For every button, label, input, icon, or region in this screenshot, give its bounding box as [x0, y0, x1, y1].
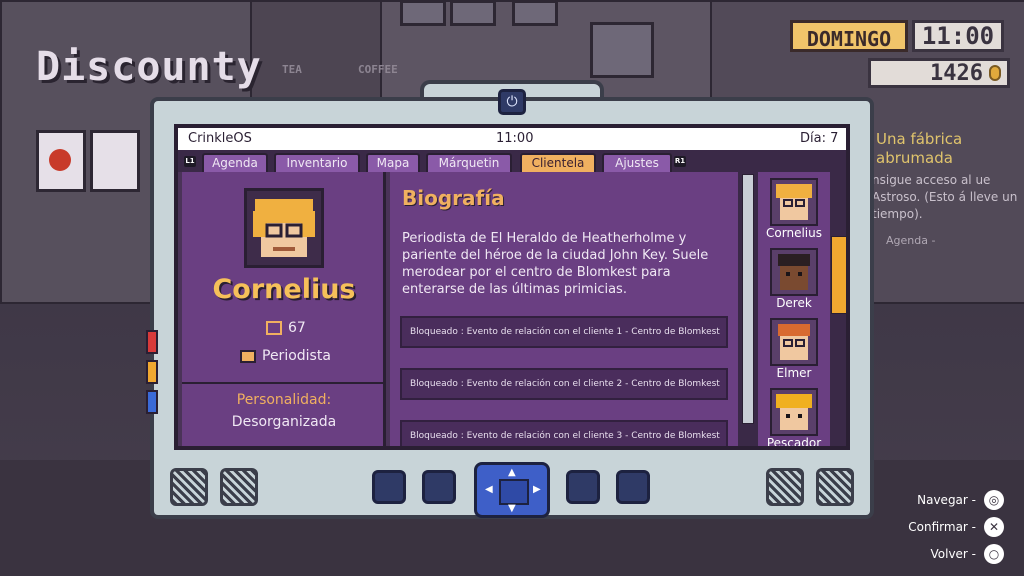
coin-icon	[989, 65, 1001, 81]
circle-button-icon: ○	[984, 544, 1004, 564]
store-sign: Discounty	[36, 44, 262, 90]
job-title: Periodista	[262, 348, 331, 364]
pescador-avatar-icon	[776, 394, 812, 430]
power-icon: ⏻	[506, 94, 518, 110]
profile-panel: Cornelius 67 Periodista Personalidad: De…	[182, 172, 386, 446]
tab-agenda[interactable]: Agenda	[202, 153, 268, 172]
legend-confirm: Confirmar - ✕	[908, 517, 1004, 537]
tab-clientela[interactable]: Clientela	[520, 153, 596, 172]
client-item-pescador[interactable]: Pescador	[758, 388, 830, 450]
device-button-1[interactable]	[372, 470, 406, 504]
device-button-4[interactable]	[616, 470, 650, 504]
job-stat: Periodista	[240, 348, 331, 364]
window	[450, 0, 496, 26]
personality-label: Personalidad:	[236, 392, 332, 408]
quest-agenda-label: Agenda -	[886, 234, 936, 247]
client-list-scroll-thumb[interactable]	[831, 236, 846, 314]
relationship-event[interactable]: Bloqueado : Evento de relación con el cl…	[400, 420, 728, 446]
visits-stat: 67	[266, 320, 306, 336]
clock-display: 11:00	[912, 20, 1004, 52]
device-button-3[interactable]	[566, 470, 600, 504]
dpad-center[interactable]	[499, 479, 529, 505]
side-tab-red[interactable]	[146, 330, 158, 354]
biography-panel: Biografía Periodista de El Heraldo de He…	[390, 172, 742, 446]
client-item-derek[interactable]: Derek	[758, 248, 830, 310]
calendar-icon	[266, 321, 282, 335]
legend-back: Volver - ○	[930, 544, 1004, 564]
arrow-right-icon: ▶	[533, 484, 541, 495]
tab-bar: L1 Agenda Inventario Mapa Márquetin Clie…	[178, 150, 846, 172]
biography-text: Periodista de El Heraldo de Heatherholme…	[402, 231, 709, 297]
legend-back-label: Volver -	[930, 547, 976, 561]
dpad[interactable]: ▲ ▼ ◀ ▶	[474, 462, 550, 518]
relationship-event[interactable]: Bloqueado : Evento de relación con el cl…	[400, 368, 728, 400]
device-button-2[interactable]	[422, 470, 456, 504]
r1-hint: R1	[674, 156, 686, 167]
cross-button-icon: ✕	[984, 517, 1004, 537]
tab-mapa[interactable]: Mapa	[366, 153, 420, 172]
quest-title: Una fábrica abrumada	[876, 130, 963, 167]
personality-value: Desorganizada	[231, 414, 337, 430]
cornelius-avatar-icon	[776, 184, 812, 220]
relationship-event[interactable]: Bloqueado : Evento de relación con el cl…	[400, 316, 728, 348]
weekday-display: DOMINGO	[790, 20, 908, 52]
tea-sign: TEA	[282, 63, 302, 76]
client-name: Elmer	[776, 366, 812, 380]
tab-marquetin[interactable]: Márquetin	[426, 153, 512, 172]
arrow-up-icon: ▲	[508, 467, 516, 478]
avatar	[770, 178, 818, 226]
device-screen: CrinkleOS 11:00 Día: 7 L1 Agenda Inventa…	[174, 124, 850, 450]
side-tab-blue[interactable]	[146, 390, 158, 414]
avatar	[770, 318, 818, 366]
elmer-avatar-icon	[778, 324, 810, 360]
arrow-down-icon: ▼	[508, 503, 516, 514]
hatched-button-right-1[interactable]	[766, 468, 804, 506]
hatched-button-right-2[interactable]	[816, 468, 854, 506]
power-button[interactable]: ⏻	[498, 89, 526, 115]
cornelius-portrait-icon	[253, 199, 315, 257]
biography-scroll-thumb[interactable]	[742, 174, 754, 424]
arrow-left-icon: ◀	[485, 484, 493, 495]
biography-scrollbar[interactable]	[738, 172, 758, 446]
quest-description: nsigue acceso al ue Astroso. (Esto á lle…	[872, 173, 1018, 221]
l1-hint: L1	[184, 156, 196, 167]
client-portrait	[244, 188, 324, 268]
hatched-button-left-1[interactable]	[170, 468, 208, 506]
os-titlebar: CrinkleOS 11:00 Día: 7	[178, 128, 846, 150]
client-list-scrollbar[interactable]	[830, 172, 846, 446]
tab-ajustes[interactable]: Ajustes	[602, 153, 672, 172]
legend-navigate-label: Navegar -	[917, 493, 976, 507]
os-name: CrinkleOS	[188, 131, 252, 146]
client-name: Cornelius	[212, 274, 356, 305]
joystick-icon: ◎	[984, 490, 1004, 510]
derek-avatar-icon	[778, 254, 810, 290]
avatar	[770, 248, 818, 296]
client-name: Derek	[776, 296, 812, 310]
avatar	[770, 388, 818, 436]
legend-confirm-label: Confirmar -	[908, 520, 976, 534]
window	[400, 0, 446, 26]
client-name: Pescador	[766, 436, 822, 450]
coffee-sign: COFFEE	[358, 63, 398, 76]
side-tab-yellow[interactable]	[146, 360, 158, 384]
briefcase-icon	[240, 349, 256, 363]
window	[590, 22, 654, 78]
money-value: 1426	[930, 60, 983, 86]
os-day: Día: 7	[800, 131, 839, 146]
os-time: 11:00	[496, 131, 534, 146]
biography-title: Biografía	[402, 186, 505, 210]
money-display: 1426	[868, 58, 1010, 88]
client-item-cornelius[interactable]: Cornelius	[758, 178, 830, 240]
hatched-button-left-2[interactable]	[220, 468, 258, 506]
tomato-icon	[49, 149, 71, 171]
divider	[182, 382, 386, 384]
shop-window-item	[90, 130, 140, 192]
legend-navigate: Navegar - ◎	[917, 490, 1004, 510]
visits-count: 67	[288, 320, 306, 336]
client-item-elmer[interactable]: Elmer	[758, 318, 830, 380]
shop-window-tomato	[36, 130, 86, 192]
tab-inventario[interactable]: Inventario	[274, 153, 360, 172]
window	[512, 0, 558, 26]
client-name: Cornelius	[766, 226, 822, 240]
